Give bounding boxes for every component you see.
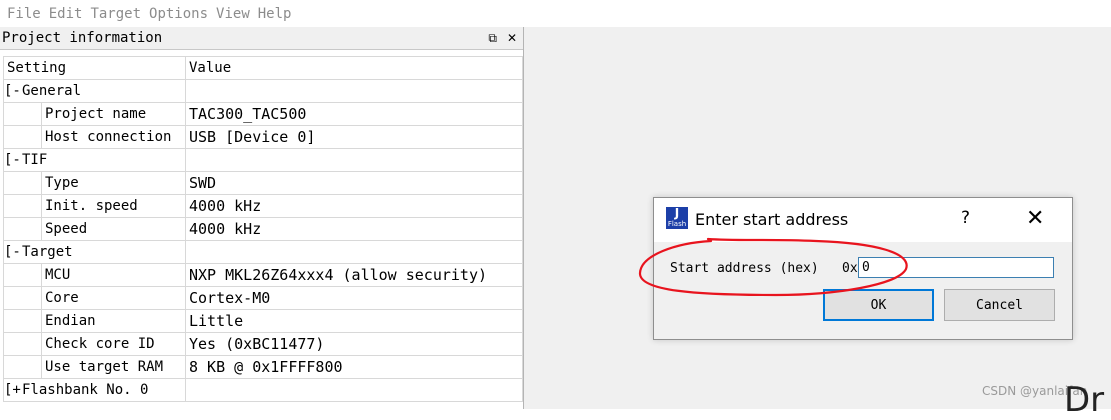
setting-row[interactable]: MCU NXP MKL26Z64xxx4 (allow security) [4,264,523,287]
start-address-label: Start address (hex) [670,261,819,276]
setting-row[interactable]: Core Cortex-M0 [4,287,523,310]
panel-title-bar: Project information ⧉ ✕ [0,27,523,50]
setting-value: SWD [186,172,523,195]
setting-key: MCU [45,267,71,283]
setting-key: Core [45,290,79,306]
setting-row[interactable]: Use target RAM 8 KB @ 0x1FFFF800 [4,356,523,379]
group-row[interactable]: [- TIF [4,149,523,172]
restore-icon[interactable]: ⧉ [488,31,497,46]
setting-value: USB [Device 0] [186,126,523,149]
setting-value: Cortex-M0 [186,287,523,310]
setting-key: Speed [45,221,88,237]
menu-edit[interactable]: Edit [42,6,83,22]
cancel-button[interactable]: Cancel [944,289,1055,321]
menu-options[interactable]: Options [142,6,208,22]
setting-key: Project name [45,106,147,122]
settings-grid: Setting Value [- General Project name TAC300_… [3,56,523,402]
setting-value: TAC300_TAC500 [186,103,523,126]
setting-row[interactable]: Project name TAC300_TAC500 [4,103,523,126]
setting-row[interactable]: Type SWD [4,172,523,195]
setting-value: 4000 kHz [186,195,523,218]
header-setting[interactable]: Setting [4,57,186,80]
start-address-dialog: J Flash Enter start address ? ✕ Start ad… [653,197,1073,340]
group-label: TIF [22,152,48,168]
dialog-title-bar: J Flash Enter start address ? ✕ [654,198,1072,242]
expander-toggle[interactable]: [- [4,244,22,260]
setting-value: NXP MKL26Z64xxx4 (allow security) [186,264,523,287]
close-icon[interactable]: ✕ [507,31,517,46]
group-label: General [22,83,82,99]
hex-prefix: 0x [842,261,858,276]
setting-value: Little [186,310,523,333]
setting-value: 4000 kHz [186,218,523,241]
group-label: Target [22,244,73,260]
setting-row[interactable]: Check core ID Yes (0xBC11477) [4,333,523,356]
setting-row[interactable]: Host connection USB [Device 0] [4,126,523,149]
setting-key: Endian [45,313,96,329]
setting-key: Use target RAM [45,359,164,375]
help-icon[interactable]: ? [961,208,970,228]
dialog-title: Enter start address [695,210,849,229]
jflash-icon: J Flash [666,206,688,229]
menu-file[interactable]: File [0,6,41,22]
setting-key: Init. speed [45,198,138,214]
header-value[interactable]: Value [186,57,523,80]
grid-header: Setting Value [4,57,523,80]
setting-value: Yes (0xBC11477) [186,333,523,356]
close-icon[interactable]: ✕ [1026,206,1044,231]
group-row[interactable]: [- General [4,80,523,103]
setting-key: Host connection [45,129,172,145]
start-address-input[interactable] [858,257,1054,278]
menu-view[interactable]: View [209,6,250,22]
panel-title: Project information [2,30,163,46]
expander-toggle[interactable]: [- [4,152,22,168]
group-row[interactable]: [+ Flashbank No. 0 [4,379,523,402]
group-label: Flashbank No. 0 [22,382,149,398]
setting-value: 8 KB @ 0x1FFFF800 [186,356,523,379]
menu-help[interactable]: Help [251,6,292,22]
setting-row[interactable]: Init. speed 4000 kHz [4,195,523,218]
setting-key: Check core ID [45,336,155,352]
group-row[interactable]: [- Target [4,241,523,264]
menu-target[interactable]: Target [83,6,141,22]
setting-row[interactable]: Endian Little [4,310,523,333]
ok-button[interactable]: OK [823,289,934,321]
menu-bar: File Edit Target Options View Help [0,0,1111,27]
project-information-panel: Project information ⧉ ✕ Setting Value [- Ge… [0,27,524,409]
expander-toggle[interactable]: [+ [4,382,22,398]
setting-row[interactable]: Speed 4000 kHz [4,218,523,241]
expander-toggle[interactable]: [- [4,83,22,99]
setting-key: Type [45,175,79,191]
partial-text: Dr [1064,380,1105,420]
